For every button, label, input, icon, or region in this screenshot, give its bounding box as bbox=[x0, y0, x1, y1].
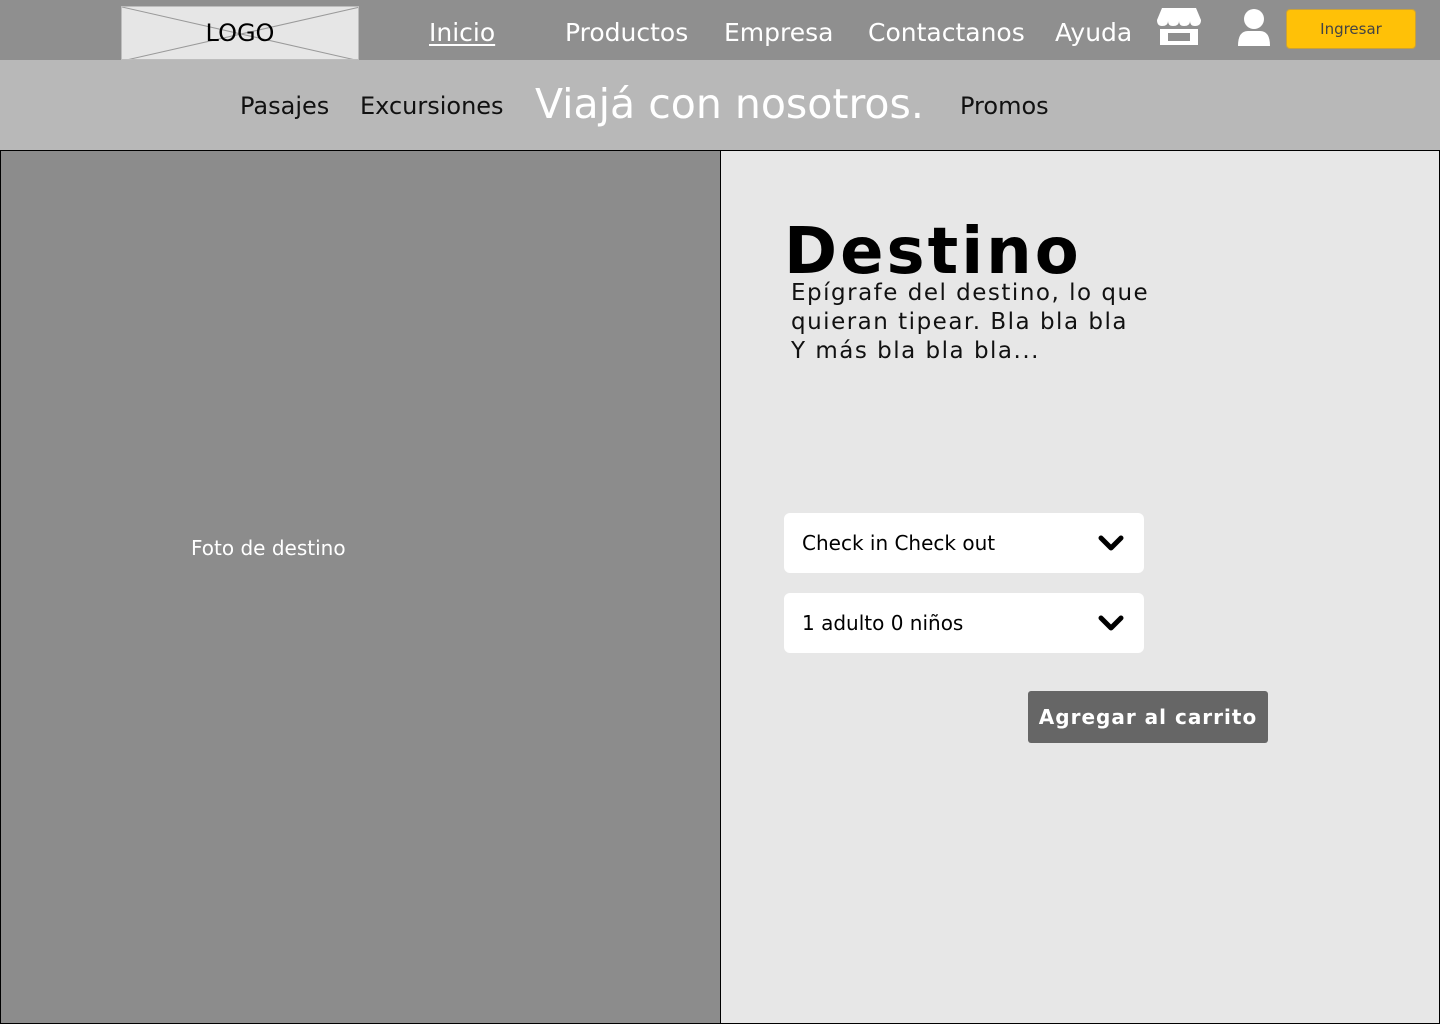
nav-link-empresa[interactable]: Empresa bbox=[724, 18, 833, 47]
add-to-cart-button[interactable]: Agregar al carrito bbox=[1028, 691, 1268, 743]
dates-select-value: Check in Check out bbox=[802, 531, 996, 555]
chevron-down-icon bbox=[1098, 615, 1124, 631]
nav-link-inicio[interactable]: Inicio bbox=[429, 18, 495, 47]
user-icon[interactable] bbox=[1236, 8, 1272, 51]
guests-select[interactable]: 1 adulto 0 niños bbox=[784, 593, 1144, 653]
destination-title: Destino bbox=[784, 215, 1082, 289]
logo-text: LOGO bbox=[205, 19, 275, 47]
dates-select[interactable]: Check in Check out bbox=[784, 513, 1144, 573]
photo-label: Foto de destino bbox=[191, 536, 346, 560]
subnav-link-excursiones[interactable]: Excursiones bbox=[360, 92, 504, 120]
destination-detail-panel: Destino Epígrafe del destino, lo que qui… bbox=[720, 150, 1440, 1024]
nav-link-ayuda[interactable]: Ayuda bbox=[1055, 18, 1132, 47]
guests-select-value: 1 adulto 0 niños bbox=[802, 611, 964, 635]
nav-link-productos[interactable]: Productos bbox=[565, 18, 688, 47]
top-navbar: LOGO Inicio Productos Empresa Contactano… bbox=[0, 0, 1440, 60]
description-line: Epígrafe del destino, lo que bbox=[791, 280, 1150, 306]
chevron-down-icon bbox=[1098, 535, 1124, 551]
subnav-link-pasajes[interactable]: Pasajes bbox=[240, 92, 329, 120]
nav-link-contactanos[interactable]: Contactanos bbox=[868, 18, 1025, 47]
store-icon[interactable] bbox=[1156, 6, 1202, 51]
subnav-link-promos[interactable]: Promos bbox=[960, 92, 1049, 120]
description-line: Y más bla bla bla... bbox=[791, 338, 1040, 364]
logo-placeholder[interactable]: LOGO bbox=[121, 6, 359, 60]
secondary-navbar: Pasajes Excursiones Viajá con nosotros. … bbox=[0, 60, 1440, 150]
destination-description: Epígrafe del destino, lo que quieran tip… bbox=[791, 279, 1191, 366]
login-button[interactable]: Ingresar bbox=[1286, 9, 1416, 49]
tagline: Viajá con nosotros. bbox=[535, 80, 924, 128]
description-line: quieran tipear. Bla bla bla bbox=[791, 309, 1128, 335]
destination-photo: Foto de destino bbox=[0, 150, 721, 1024]
